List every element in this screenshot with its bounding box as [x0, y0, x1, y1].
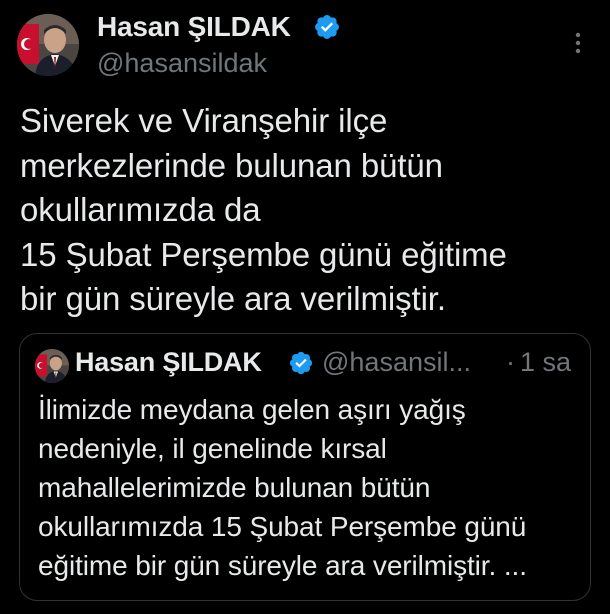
tweet-line: merkezlerinde bulunan bütün [20, 146, 443, 184]
tweet-line: bir gün süreyle ara verilmiştir. [20, 280, 446, 317]
quoted-tweet-card[interactable]: Hasan ŞILDAK @hasansil... · 1 sa İlimizd… [19, 333, 591, 601]
quoted-tweet-line: İlimizde meydana gelen aşırı yağış [38, 394, 466, 425]
quoted-author-handle[interactable]: @hasansil... [322, 347, 471, 378]
verified-badge-icon [289, 351, 313, 375]
quoted-tweet-line: okullarımızda 15 Şubat Perşembe günü [38, 511, 527, 542]
quoted-tweet-line: nedeniyle, il genelinde kırsal [38, 433, 387, 464]
quoted-author-name[interactable]: Hasan ŞILDAK [75, 347, 262, 378]
tweet-text: Siverek ve Viranşehir ilçe merkezlerinde… [20, 99, 600, 322]
tweet-line: 15 Şubat Perşembe günü eğitime [20, 235, 507, 273]
author-avatar[interactable] [17, 14, 79, 76]
author-handle[interactable]: @hasansildak [97, 48, 267, 79]
avatar-image [17, 14, 79, 76]
quoted-timestamp[interactable]: 1 sa [520, 347, 571, 378]
quoted-author-avatar[interactable] [35, 349, 69, 383]
quoted-separator: · [506, 347, 515, 377]
quoted-tweet-line: mahallelerimizde bulunan bütün [38, 472, 431, 503]
quoted-avatar-image [35, 349, 69, 383]
more-options-icon[interactable] [570, 28, 586, 58]
tweet-line: okullarımızda da [20, 191, 261, 228]
quoted-tweet-text: İlimizde meydana gelen aşırı yağış neden… [38, 390, 583, 585]
verified-badge-icon [315, 15, 339, 39]
tweet-line: Siverek ve Viranşehir ilçe [20, 102, 388, 139]
author-name[interactable]: Hasan ŞILDAK [97, 11, 291, 43]
quoted-tweet-line: eğitime bir gün süreyle ara verilmiştir.… [38, 550, 527, 581]
